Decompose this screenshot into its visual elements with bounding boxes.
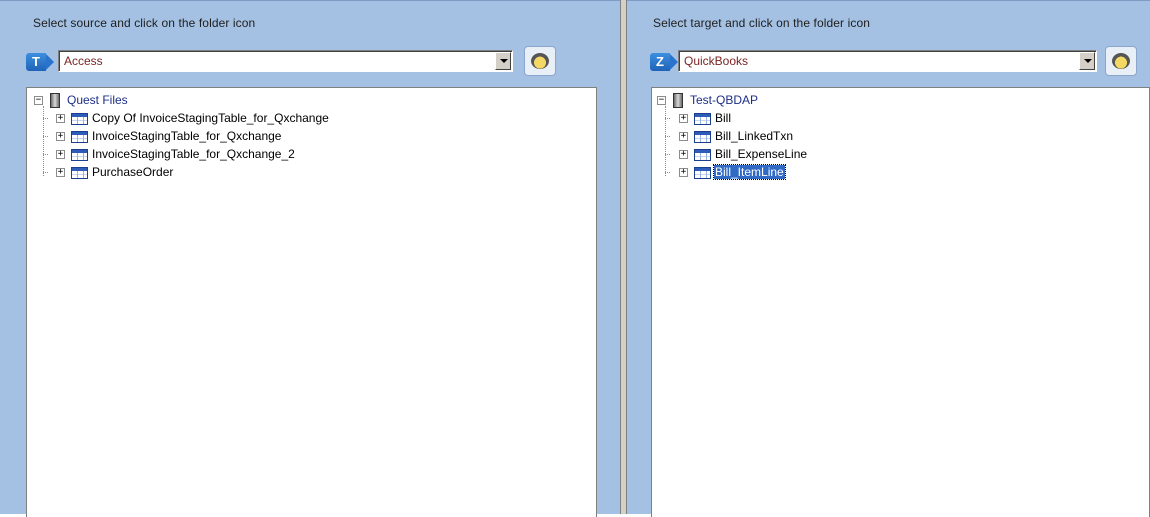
table-icon xyxy=(694,113,711,125)
tree-connector xyxy=(43,154,48,155)
tree-item-label: PurchaseOrder xyxy=(92,165,174,179)
source-label: Select source and click on the folder ic… xyxy=(33,16,256,30)
tree-connector xyxy=(43,118,48,119)
tree-item-label: InvoiceStagingTable_for_Qxchange_2 xyxy=(92,147,295,161)
target-dropdown-value: QuickBooks xyxy=(684,54,749,68)
target-dropdown[interactable]: QuickBooks xyxy=(678,50,1097,72)
target-folder-button[interactable] xyxy=(1105,46,1137,76)
table-icon xyxy=(71,131,88,143)
source-tree[interactable]: − Quest Files + Copy Of InvoiceStagingTa… xyxy=(26,87,597,517)
tree-connector xyxy=(665,172,670,173)
table-icon xyxy=(694,167,711,179)
tree-connector xyxy=(665,136,670,137)
tree-item-label-selected: Bill_ItemLine xyxy=(713,164,786,180)
target-type-icon: Z xyxy=(650,53,678,71)
chevron-down-icon[interactable] xyxy=(1079,52,1095,70)
expand-icon[interactable]: + xyxy=(679,114,688,123)
tree-connector xyxy=(43,106,44,176)
tree-item-label: Copy Of InvoiceStagingTable_for_Qxchange xyxy=(92,111,329,125)
tree-item-label: Bill_LinkedTxn xyxy=(715,129,794,143)
tree-connector xyxy=(43,172,48,173)
source-pane: Select source and click on the folder ic… xyxy=(0,0,620,517)
expand-icon[interactable]: + xyxy=(56,150,65,159)
tree-root-label: Quest Files xyxy=(67,93,128,107)
table-icon xyxy=(71,167,88,179)
collapse-icon[interactable]: − xyxy=(657,96,666,105)
tree-connector xyxy=(665,118,670,119)
target-pane: Select target and click on the folder ic… xyxy=(627,0,1150,517)
chevron-down-icon[interactable] xyxy=(495,52,511,70)
expand-icon[interactable]: + xyxy=(679,132,688,141)
table-icon xyxy=(694,149,711,161)
target-label: Select target and click on the folder ic… xyxy=(653,16,870,30)
expand-icon[interactable]: + xyxy=(679,168,688,177)
target-tree[interactable]: − Test-QBDAP + Bill + Bill_LinkedTxn + B… xyxy=(651,87,1150,517)
tree-connector xyxy=(43,136,48,137)
table-icon xyxy=(71,113,88,125)
expand-icon[interactable]: + xyxy=(56,132,65,141)
table-icon xyxy=(71,149,88,161)
source-dropdown-value: Access xyxy=(64,54,103,68)
database-icon xyxy=(673,93,683,108)
folder-icon xyxy=(1112,53,1130,69)
table-icon xyxy=(694,131,711,143)
folder-icon xyxy=(531,53,549,69)
source-folder-button[interactable] xyxy=(524,46,556,76)
tree-connector xyxy=(665,106,666,176)
tree-root-label: Test-QBDAP xyxy=(690,93,759,107)
tree-item-label: InvoiceStagingTable_for_Qxchange xyxy=(92,129,282,143)
collapse-icon[interactable]: − xyxy=(34,96,43,105)
expand-icon[interactable]: + xyxy=(56,114,65,123)
tree-item-label: Bill xyxy=(715,111,732,125)
database-icon xyxy=(50,93,60,108)
source-type-icon: T xyxy=(26,53,54,71)
expand-icon[interactable]: + xyxy=(56,168,65,177)
tree-item-label: Bill_ExpenseLine xyxy=(715,147,808,161)
pane-splitter[interactable] xyxy=(620,0,627,514)
tree-connector xyxy=(665,154,670,155)
expand-icon[interactable]: + xyxy=(679,150,688,159)
source-dropdown[interactable]: Access xyxy=(58,50,513,72)
